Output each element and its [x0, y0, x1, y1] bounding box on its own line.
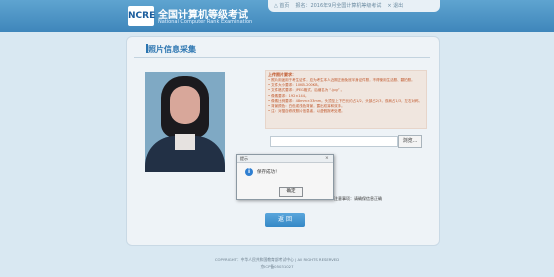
title-divider — [134, 57, 430, 58]
footer-icp: 京ICP备05031027 — [260, 264, 294, 269]
site-subtitle: National Computer Rank Examination — [158, 19, 253, 25]
dialog-title: 提示 — [240, 156, 248, 161]
top-links: △ 首页 报名：2016年9月全国计算机等级考试 × 退出 — [268, 0, 440, 12]
logout-link[interactable]: × 退出 — [387, 0, 403, 12]
exam-link[interactable]: 报名：2016年9月全国计算机等级考试 — [295, 0, 381, 12]
photo-collar — [175, 134, 195, 150]
alert-dialog: 提示 × i 保存成功！ 确定 — [236, 154, 334, 200]
requirement-item: • 注：对擅自修改照片信息者，以虚假报考处理。 — [268, 109, 345, 114]
photo-face — [170, 86, 200, 124]
requirements-list: • 照片用途用于考生证件，应为考生本人近期正面免冠半身证件照，不得使用生活照、翻… — [268, 78, 422, 114]
close-icon[interactable]: × — [325, 155, 329, 162]
file-path-input[interactable] — [270, 136, 398, 147]
ok-button[interactable]: 确定 — [279, 187, 303, 197]
uploaded-photo — [145, 72, 225, 172]
return-button[interactable]: 返 回 — [265, 213, 305, 227]
dialog-message: 保存成功！ — [257, 170, 280, 175]
home-link[interactable]: △ 首页 — [274, 0, 289, 12]
ncre-logo: NCRE — [128, 6, 155, 26]
notice-text: 注意事项：请确保信息正确 — [334, 196, 382, 201]
page-title: 照片信息采集 — [148, 45, 196, 54]
dialog-titlebar — [237, 155, 333, 163]
footer-copyright: COPYRIGHT：中华人民共和国教育部考试中心 | All RIGHTS RE… — [214, 257, 340, 262]
info-icon: i — [245, 168, 253, 176]
browse-button[interactable]: 浏览... — [398, 135, 422, 148]
